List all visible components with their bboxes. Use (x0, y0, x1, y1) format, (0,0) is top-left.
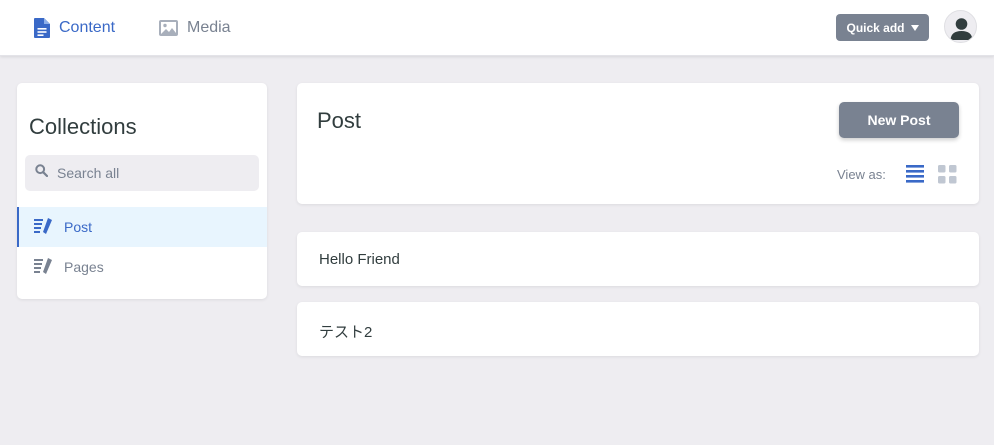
sidebar-item-post[interactable]: Post (17, 207, 267, 247)
quick-add-button[interactable]: Quick add (836, 14, 929, 41)
caret-down-icon (910, 25, 919, 31)
grid-view-icon[interactable] (938, 165, 957, 189)
quick-add-label: Quick add (846, 20, 905, 35)
search-input[interactable] (57, 165, 247, 181)
image-icon (159, 20, 178, 36)
view-as-label: View as: (837, 167, 886, 182)
nav-media[interactable]: Media (159, 16, 231, 40)
collection-icon (34, 257, 52, 277)
new-post-button[interactable]: New Post (839, 102, 959, 138)
sidebar-item-label: Pages (64, 259, 104, 275)
search-box[interactable] (25, 155, 259, 191)
sidebar-item-pages[interactable]: Pages (17, 247, 267, 287)
collections-sidebar: Collections Post (17, 83, 267, 299)
top-bar: Content Media Quick add (0, 0, 994, 56)
sidebar-title: Collections (29, 114, 137, 139)
list-view-icon[interactable] (906, 164, 924, 189)
list-item[interactable]: テスト2 (297, 302, 979, 356)
collection-icon (34, 217, 52, 237)
collection-header: Post New Post View as: (297, 83, 979, 204)
nav-content[interactable]: Content (34, 16, 115, 40)
page-title: Post (317, 108, 362, 133)
nav-media-label: Media (187, 19, 231, 36)
list-item[interactable]: Hello Friend (297, 232, 979, 286)
entry-title: テスト2 (319, 324, 373, 341)
user-icon (950, 18, 973, 40)
document-icon (34, 18, 50, 38)
search-icon (25, 164, 49, 182)
nav-content-label: Content (59, 19, 116, 36)
entry-title: Hello Friend (319, 251, 400, 268)
sidebar-item-label: Post (64, 219, 93, 235)
avatar[interactable] (944, 10, 977, 43)
